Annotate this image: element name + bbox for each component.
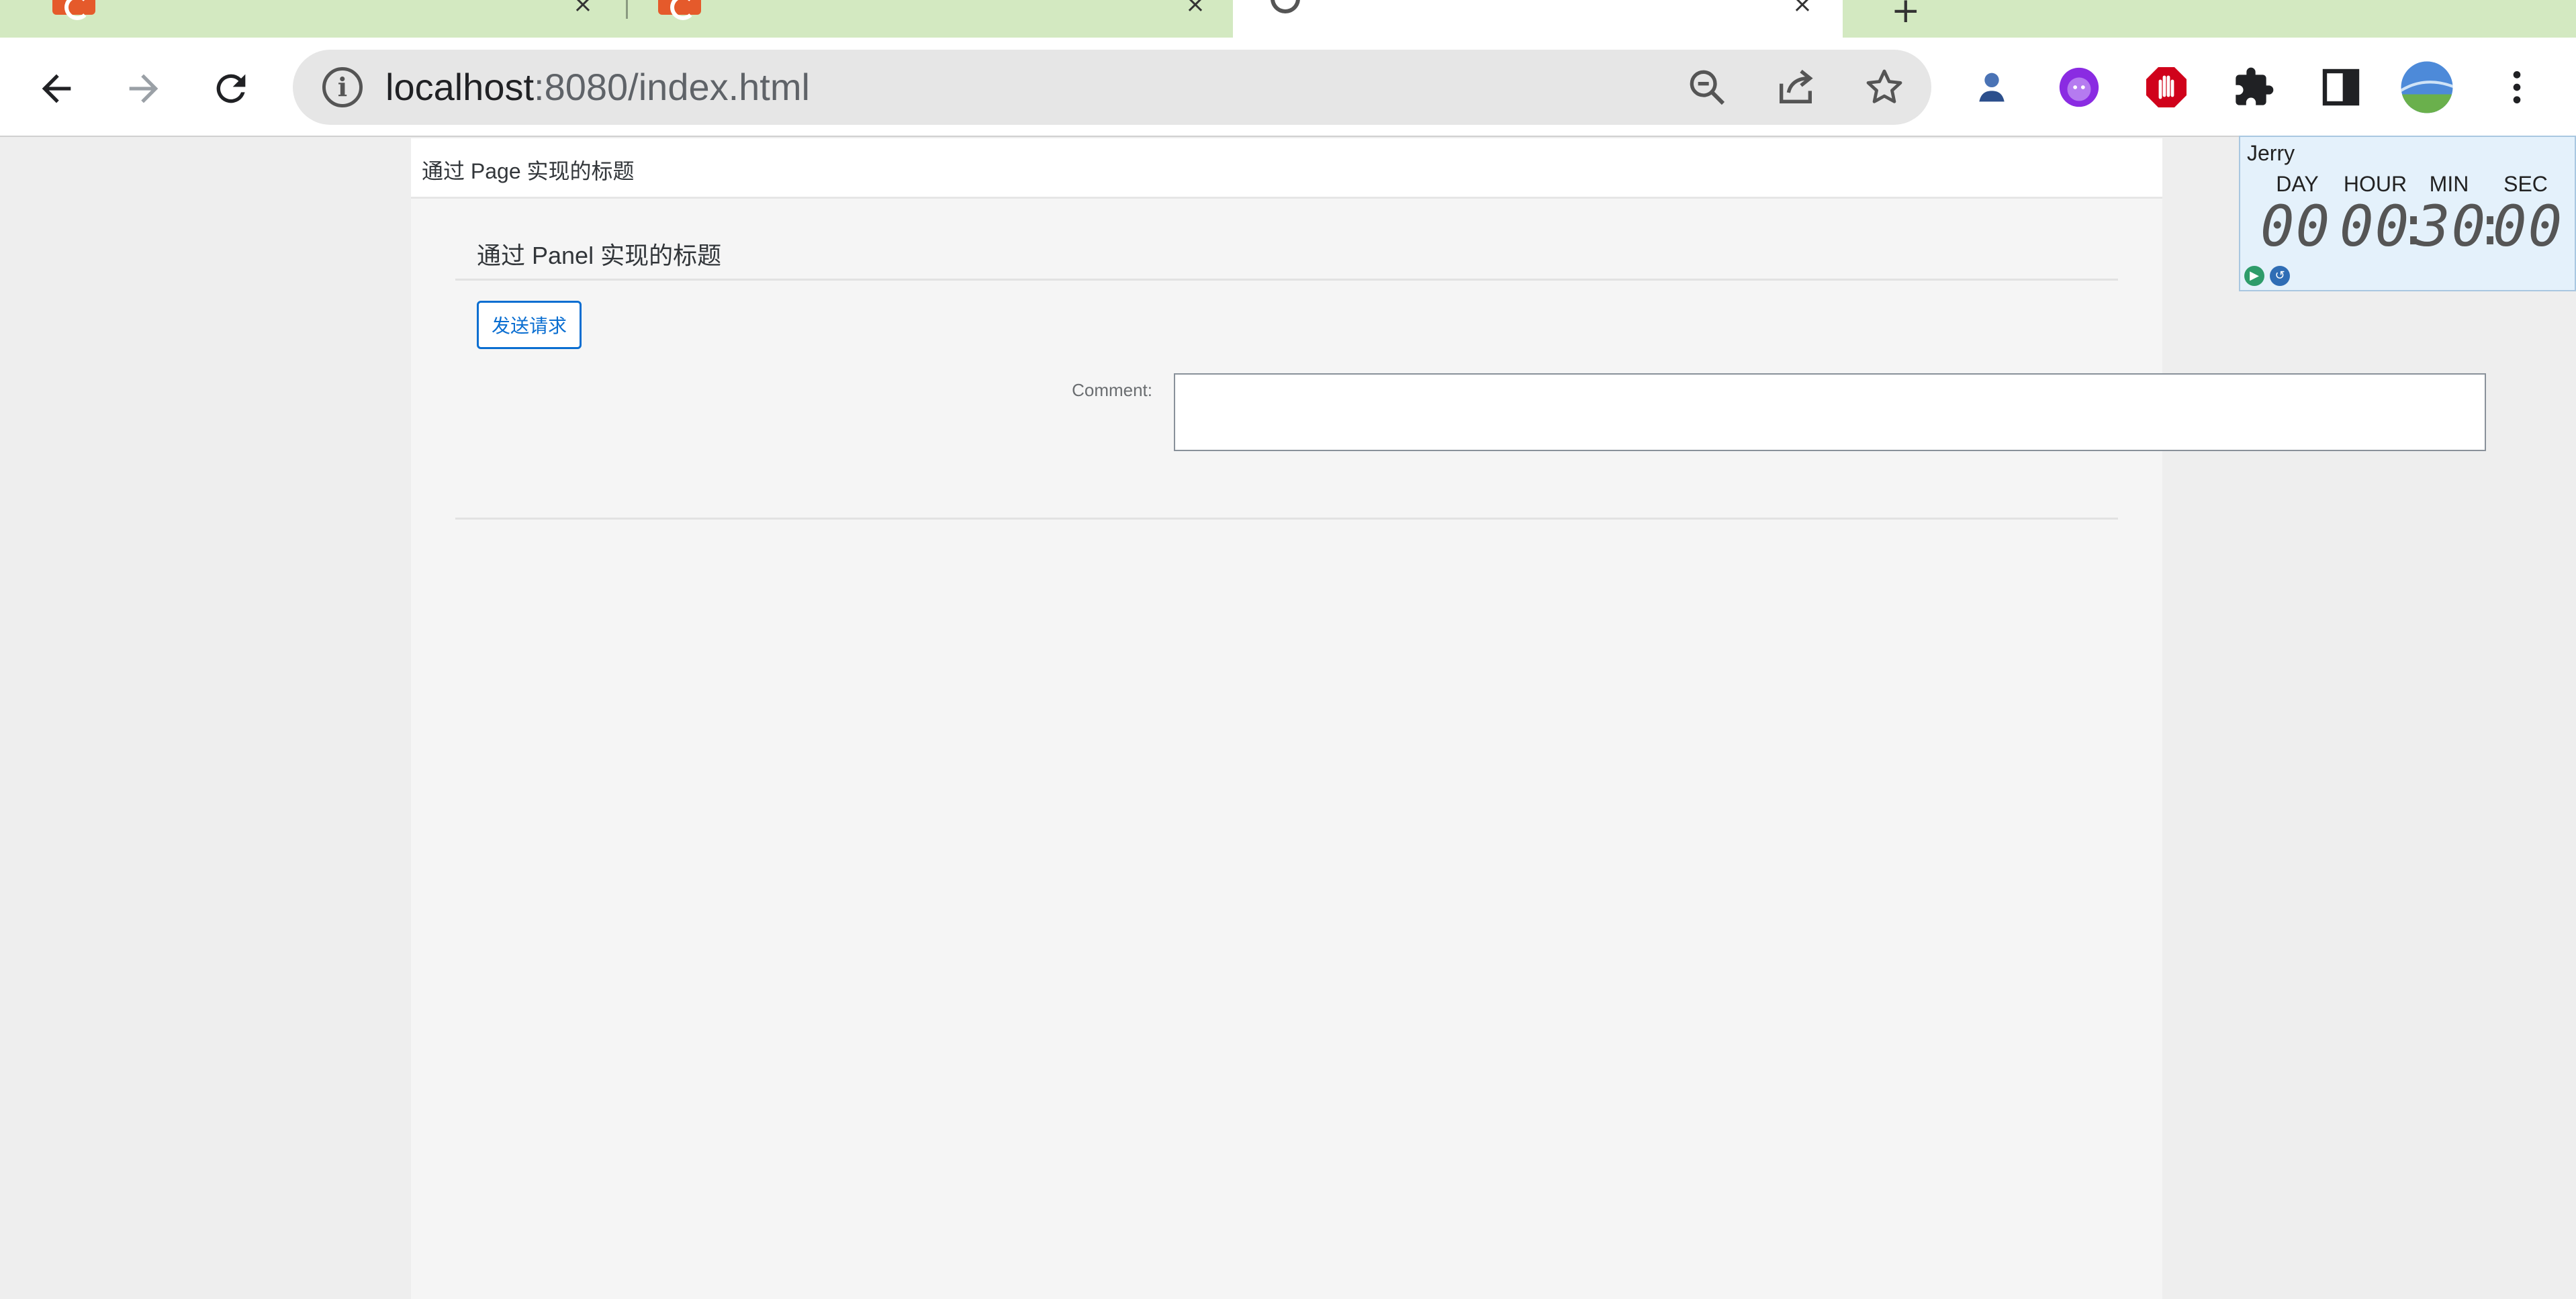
tab-active[interactable]: × [1233,0,1843,38]
tab-close-icon[interactable]: × [1789,0,1816,17]
extension-stop-hand-icon [2146,67,2187,107]
panel-title: 通过 Panel 实现的标题 [477,242,722,269]
zoom-out-button[interactable] [1683,63,1731,111]
extension-face-button[interactable] [2051,59,2107,115]
reload-icon [216,74,246,103]
extension-face-icon [2059,67,2099,107]
tab-close-icon[interactable]: × [1182,0,1209,17]
share-icon [1780,69,1813,103]
extension-person-icon [1979,73,2005,102]
back-icon [42,74,71,103]
page-title: 通过 Page 实现的标题 [422,159,635,183]
side-panel-button[interactable] [2313,59,2369,115]
tab-close-icon[interactable]: × [569,0,596,17]
tab-1[interactable]: × [0,0,625,38]
back-button[interactable] [30,62,83,115]
comment-label: Comment: [1072,380,1152,400]
browser-toolbar: i localhost:8080/index.html [0,38,2576,137]
tab-2[interactable]: × [631,0,1236,38]
site-favicon-icon [658,0,701,20]
star-icon [1866,69,1902,103]
panel: 通过 Panel 实现的标题 发送请求 Comment: [455,219,2486,520]
menu-button[interactable] [2489,59,2545,115]
menu-icon [2513,71,2521,103]
forward-button[interactable] [117,62,171,115]
puzzle-icon [2236,67,2274,105]
new-tab-icon[interactable]: + [1891,0,1921,31]
profile-button[interactable] [2399,59,2455,115]
comment-textarea[interactable] [1174,373,2486,451]
timer-day-value: 00 [2260,193,2332,259]
reload-button[interactable] [204,62,258,115]
panel-header: 通过 Panel 实现的标题 [455,219,2118,281]
send-request-button[interactable]: 发送请求 [477,301,582,349]
app-page: 通过 Page 实现的标题 通过 Panel 实现的标题 发送请求 Commen… [411,138,2486,1299]
extension-person-button[interactable] [1964,59,2020,115]
tab-separator [626,0,628,19]
side-panel-icon [2322,68,2360,106]
globe-favicon-icon [1271,0,1300,13]
site-favicon-icon [52,0,95,20]
page-header: 通过 Page 实现的标题 [411,138,2162,199]
info-icon[interactable]: i [322,67,363,107]
zoom-out-icon [1690,70,1725,105]
address-bar[interactable]: i localhost:8080/index.html [293,50,1931,125]
timer-sec-value: 00 [2493,193,2564,259]
reset-icon[interactable]: ↺ [2270,266,2290,286]
countdown-timer-widget: Jerry DAY HOUR MIN SEC 00 00 : 30 : 00 ▶… [2239,136,2576,291]
extension-stop-button[interactable] [2138,59,2195,115]
timer-name: Jerry [2247,141,2295,165]
forward-icon [129,74,158,103]
profile-avatar-icon [2401,61,2453,113]
bookmark-button[interactable] [1860,63,1908,111]
extensions-button[interactable] [2225,59,2282,115]
share-button[interactable] [1772,63,1820,111]
tab-strip: × × × + [0,0,2576,38]
url-text[interactable]: localhost:8080/index.html [385,66,810,109]
play-icon[interactable]: ▶ [2244,266,2264,286]
